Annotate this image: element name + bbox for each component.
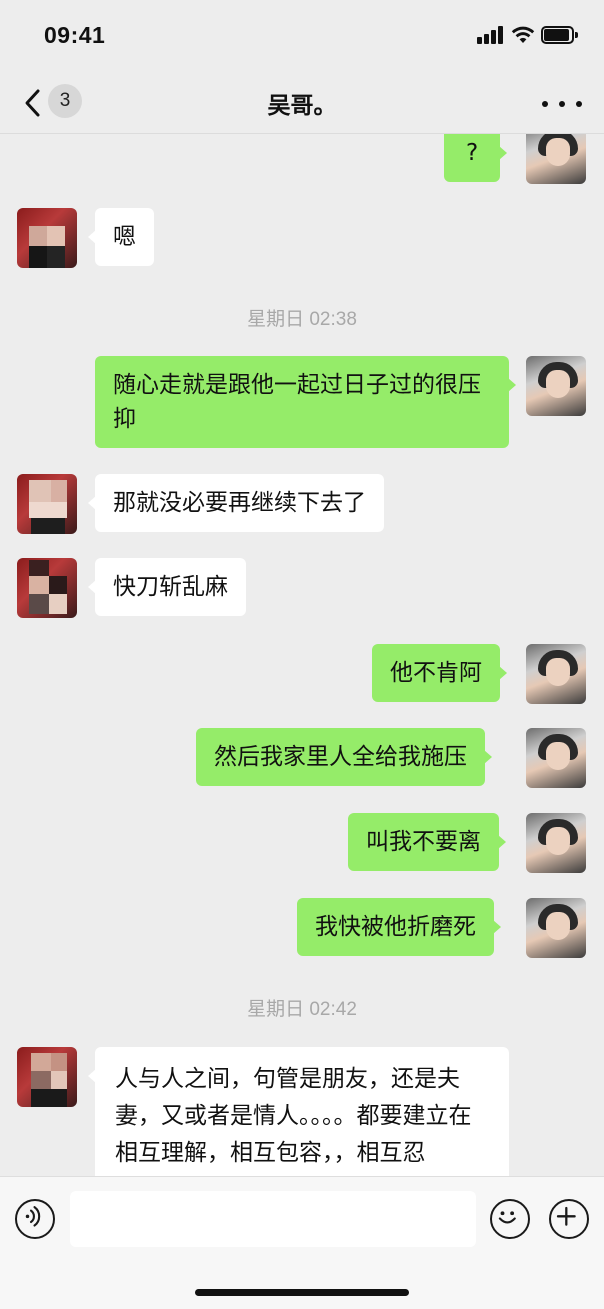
plus-icon bbox=[556, 1206, 576, 1226]
message-bubble[interactable]: 叫我不要离 bbox=[348, 813, 506, 871]
my-avatar[interactable] bbox=[526, 813, 586, 873]
my-avatar[interactable] bbox=[526, 728, 586, 788]
my-avatar[interactable] bbox=[526, 134, 586, 184]
message-bubble[interactable]: 他不肯阿 bbox=[372, 644, 507, 702]
battery-icon bbox=[541, 26, 579, 44]
message-input[interactable] bbox=[70, 1191, 476, 1247]
contact-avatar[interactable] bbox=[17, 474, 77, 534]
nav-bar: 3 吴哥。 bbox=[0, 72, 604, 134]
home-indicator bbox=[195, 1289, 409, 1296]
contact-avatar[interactable] bbox=[17, 558, 77, 618]
voice-icon bbox=[25, 1206, 41, 1227]
my-avatar[interactable] bbox=[526, 898, 586, 958]
signal-icon bbox=[477, 26, 505, 44]
emoji-icon bbox=[498, 1211, 516, 1224]
message-bubble[interactable]: 嗯 bbox=[88, 208, 154, 266]
message-bubble[interactable]: 我快被他折磨死 bbox=[297, 898, 501, 956]
emoji-button[interactable] bbox=[490, 1199, 530, 1239]
more-button[interactable] bbox=[540, 90, 584, 116]
message-bubble[interactable]: 人与人之间，句管是朋友，还是夫妻，又或者是情人。。。。都要建立在相互理解，相互包… bbox=[88, 1047, 509, 1176]
status-bar: 09:41 bbox=[0, 0, 604, 72]
my-avatar[interactable] bbox=[526, 644, 586, 704]
message-bubble[interactable]: 随心走就是跟他一起过日子过的很压抑 bbox=[95, 356, 516, 448]
message-bubble[interactable]: ? bbox=[444, 134, 508, 182]
more-icon bbox=[542, 101, 548, 107]
wifi-icon bbox=[511, 26, 535, 43]
my-avatar[interactable] bbox=[526, 356, 586, 416]
contact-avatar[interactable] bbox=[17, 208, 77, 268]
contact-avatar[interactable] bbox=[17, 1047, 77, 1107]
timestamp-divider: 星期日 02:42 bbox=[247, 999, 357, 1020]
status-time: 09:41 bbox=[44, 22, 106, 48]
chat-title: 吴哥。 bbox=[267, 93, 337, 119]
message-bubble[interactable]: 快刀斩乱麻 bbox=[88, 558, 246, 616]
chat-area[interactable]: ? 嗯 星期日 02:38 随心走就是跟他一起过日子过的很压抑 那就没必要再继续… bbox=[0, 134, 604, 1176]
plus-button[interactable] bbox=[549, 1199, 589, 1239]
input-bar bbox=[0, 1176, 604, 1309]
message-bubble[interactable]: 然后我家里人全给我施压 bbox=[196, 728, 492, 786]
message-bubble[interactable]: 那就没必要再继续下去了 bbox=[88, 474, 384, 532]
voice-button[interactable] bbox=[15, 1199, 55, 1239]
timestamp-divider: 星期日 02:38 bbox=[247, 309, 357, 330]
